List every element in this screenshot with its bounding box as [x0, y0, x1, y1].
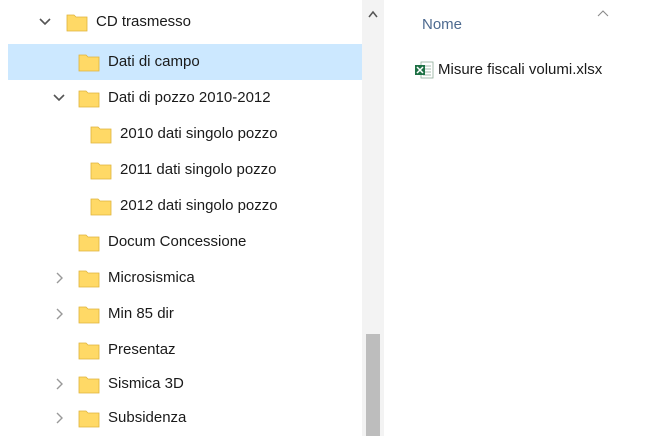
- file-item[interactable]: Misure fiscali volumi.xlsx: [414, 58, 650, 82]
- tree-item-label: 2012 dati singolo pozzo: [120, 197, 278, 214]
- chevron-right-icon[interactable]: [50, 409, 68, 427]
- column-header-name[interactable]: Nome: [422, 16, 462, 33]
- folder-icon: [78, 408, 100, 428]
- folder-icon: [78, 340, 100, 360]
- folder-icon: [90, 196, 112, 216]
- sort-ascending-icon: [596, 4, 610, 21]
- tree-item-2012-dati-singolo-pozzo[interactable]: 2012 dati singolo pozzo: [8, 188, 362, 224]
- folder-icon: [78, 88, 100, 108]
- tree-item-label: Subsidenza: [108, 409, 187, 426]
- file-name: Misure fiscali volumi.xlsx: [438, 61, 603, 78]
- tree-item-subsidenza[interactable]: Subsidenza: [8, 400, 362, 436]
- scroll-thumb[interactable]: [366, 334, 380, 436]
- tree-item-label: Dati di campo: [108, 53, 200, 70]
- vertical-scrollbar[interactable]: [362, 0, 384, 436]
- tree-item-label: Min 85 dir: [108, 305, 174, 322]
- navigation-pane: CD trasmesso Dati di campo Dati di pozzo…: [0, 0, 362, 436]
- tree-item-cd-trasmesso[interactable]: CD trasmesso: [8, 4, 362, 40]
- tree-item-microsismica[interactable]: Microsismica: [8, 260, 362, 296]
- chevron-up-icon: [368, 10, 378, 18]
- tree-item-sismica-3d[interactable]: Sismica 3D: [8, 366, 362, 402]
- tree-item-label: 2010 dati singolo pozzo: [120, 125, 278, 142]
- tree-item-label: CD trasmesso: [96, 13, 192, 30]
- folder-icon: [78, 52, 100, 72]
- tree-item-label: 2011 dati singolo pozzo: [120, 161, 277, 178]
- tree-item-label: Docum Concessione: [108, 233, 247, 250]
- tree-item-docum-concessione[interactable]: Docum Concessione: [8, 224, 362, 260]
- folder-icon: [66, 12, 88, 32]
- chevron-right-icon[interactable]: [50, 375, 68, 393]
- chevron-right-icon[interactable]: [50, 269, 68, 287]
- tree-item-label: Presentaz: [108, 341, 176, 358]
- tree-item-2010-dati-singolo-pozzo[interactable]: 2010 dati singolo pozzo: [8, 116, 362, 152]
- tree-item-label: Microsismica: [108, 269, 195, 286]
- tree-item-2011-dati-singolo-pozzo[interactable]: 2011 dati singolo pozzo: [8, 152, 362, 188]
- tree-item-label: Sismica 3D: [108, 375, 184, 392]
- scroll-up-button[interactable]: [362, 0, 384, 34]
- chevron-down-icon[interactable]: [36, 13, 54, 31]
- tree-item-label: Dati di pozzo 2010-2012: [108, 89, 271, 106]
- folder-icon: [90, 124, 112, 144]
- tree-item-presentaz[interactable]: Presentaz: [8, 332, 362, 368]
- folder-icon: [78, 304, 100, 324]
- file-list-pane: Nome Misure fiscali volumi.xlsx: [384, 0, 650, 436]
- folder-icon: [78, 374, 100, 394]
- folder-icon: [90, 160, 112, 180]
- folder-icon: [78, 268, 100, 288]
- tree-item-dati-di-pozzo-2010-2012[interactable]: Dati di pozzo 2010-2012: [8, 80, 362, 116]
- tree-item-dati-di-campo[interactable]: Dati di campo: [8, 44, 362, 80]
- folder-icon: [78, 232, 100, 252]
- excel-file-icon: [414, 60, 434, 84]
- tree-item-min-85-dir[interactable]: Min 85 dir: [8, 296, 362, 332]
- chevron-right-icon[interactable]: [50, 305, 68, 323]
- chevron-down-icon[interactable]: [50, 89, 68, 107]
